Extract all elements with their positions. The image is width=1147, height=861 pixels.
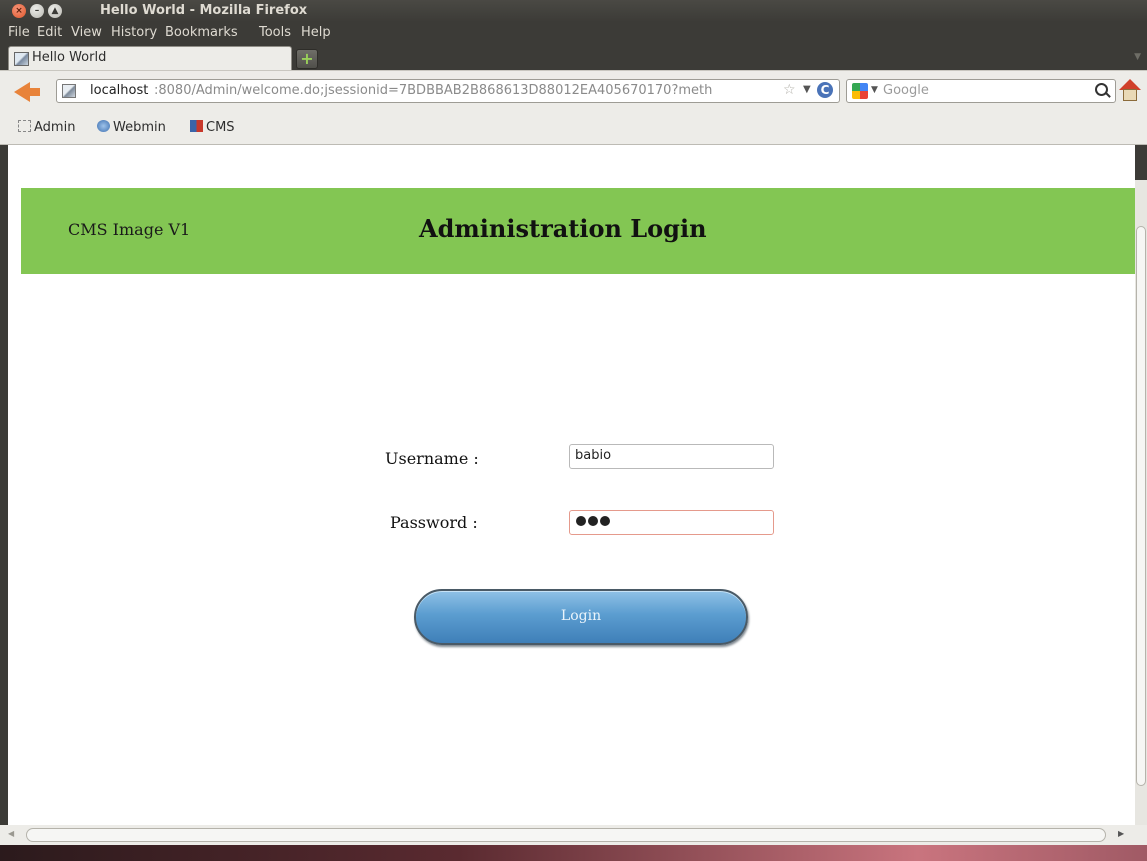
tab-bar: Hello World + ▼	[0, 44, 1147, 70]
bookmark-cms[interactable]: CMS	[190, 120, 235, 135]
password-dot	[576, 516, 586, 526]
site-identity-icon[interactable]	[62, 84, 76, 98]
bookmarks-toolbar: Admin Webmin CMS	[0, 112, 1147, 145]
search-box[interactable]: ▼ Google	[846, 79, 1116, 103]
menu-edit[interactable]: Edit	[37, 25, 62, 40]
password-label: Password :	[390, 513, 478, 532]
history-dropdown-icon[interactable]: ▼	[803, 84, 811, 95]
back-arrow-tail[interactable]	[28, 88, 40, 96]
search-placeholder: Google	[883, 83, 929, 98]
search-icon[interactable]	[1095, 83, 1108, 96]
page-title: Administration Login	[419, 214, 707, 243]
password-field[interactable]	[569, 510, 774, 535]
url-bar[interactable]: localhost :8080/Admin/welcome.do;jsessio…	[56, 79, 840, 103]
username-field[interactable]: babio	[569, 444, 774, 469]
cms-icon	[190, 120, 203, 132]
scroll-right-icon[interactable]: ▶	[1118, 829, 1124, 838]
url-path: :8080/Admin/welcome.do;jsessionid=7BDBBA…	[154, 83, 713, 98]
password-dot	[600, 516, 610, 526]
folder-icon	[18, 120, 31, 132]
password-dot	[588, 516, 598, 526]
search-engine-dropdown-icon[interactable]: ▼	[871, 85, 878, 95]
browser-window: × – ▲ Hello World - Mozilla Firefox File…	[0, 0, 1147, 861]
reload-icon[interactable]: C	[817, 82, 833, 98]
close-window-icon[interactable]: ×	[12, 4, 26, 18]
username-label: Username :	[385, 449, 479, 468]
password-dots	[576, 515, 612, 530]
page-content: CMS Image V1 Administration Login Userna…	[8, 145, 1135, 825]
bookmark-webmin[interactable]: Webmin	[97, 120, 166, 135]
navigation-toolbar: localhost :8080/Admin/welcome.do;jsessio…	[0, 70, 1147, 113]
desktop-background	[0, 845, 1147, 861]
horizontal-scrollbar[interactable]: ◀ ▶	[0, 825, 1147, 845]
window-title: Hello World - Mozilla Firefox	[100, 3, 308, 18]
maximize-window-icon[interactable]: ▲	[48, 4, 62, 18]
menu-tools[interactable]: Tools	[259, 25, 291, 40]
menu-history[interactable]: History	[111, 25, 157, 40]
menu-help[interactable]: Help	[301, 25, 331, 40]
tab-list-icon[interactable]: ▼	[1134, 52, 1141, 62]
title-bar: × – ▲ Hello World - Mozilla Firefox	[0, 0, 1147, 22]
home-icon[interactable]	[1119, 79, 1141, 103]
vertical-scroll-thumb[interactable]	[1136, 226, 1146, 786]
bookmark-star-icon[interactable]: ☆	[783, 82, 796, 98]
search-engine-icon[interactable]	[852, 83, 868, 99]
url-host: localhost	[90, 83, 149, 98]
tab-hello-world[interactable]: Hello World	[8, 46, 292, 70]
bookmark-admin[interactable]: Admin	[18, 120, 75, 135]
login-button[interactable]: Login	[414, 589, 748, 645]
menu-view[interactable]: View	[71, 25, 102, 40]
login-label: Login	[560, 608, 602, 624]
new-tab-button[interactable]: +	[296, 49, 318, 69]
page-favicon-icon	[14, 52, 29, 66]
minimize-window-icon[interactable]: –	[30, 4, 44, 18]
scroll-left-icon[interactable]: ◀	[8, 829, 14, 838]
brand-text: CMS Image V1	[68, 220, 191, 239]
vertical-scrollbar[interactable]	[1135, 180, 1147, 825]
tab-label: Hello World	[32, 50, 107, 65]
menu-bookmarks[interactable]: Bookmarks	[165, 25, 238, 40]
horizontal-scroll-thumb[interactable]	[26, 828, 1106, 842]
menu-bar: File Edit View History Bookmarks Tools H…	[0, 22, 1147, 44]
menu-file[interactable]: File	[8, 25, 30, 40]
webmin-icon	[97, 120, 110, 132]
header-banner: CMS Image V1 Administration Login	[21, 188, 1135, 274]
